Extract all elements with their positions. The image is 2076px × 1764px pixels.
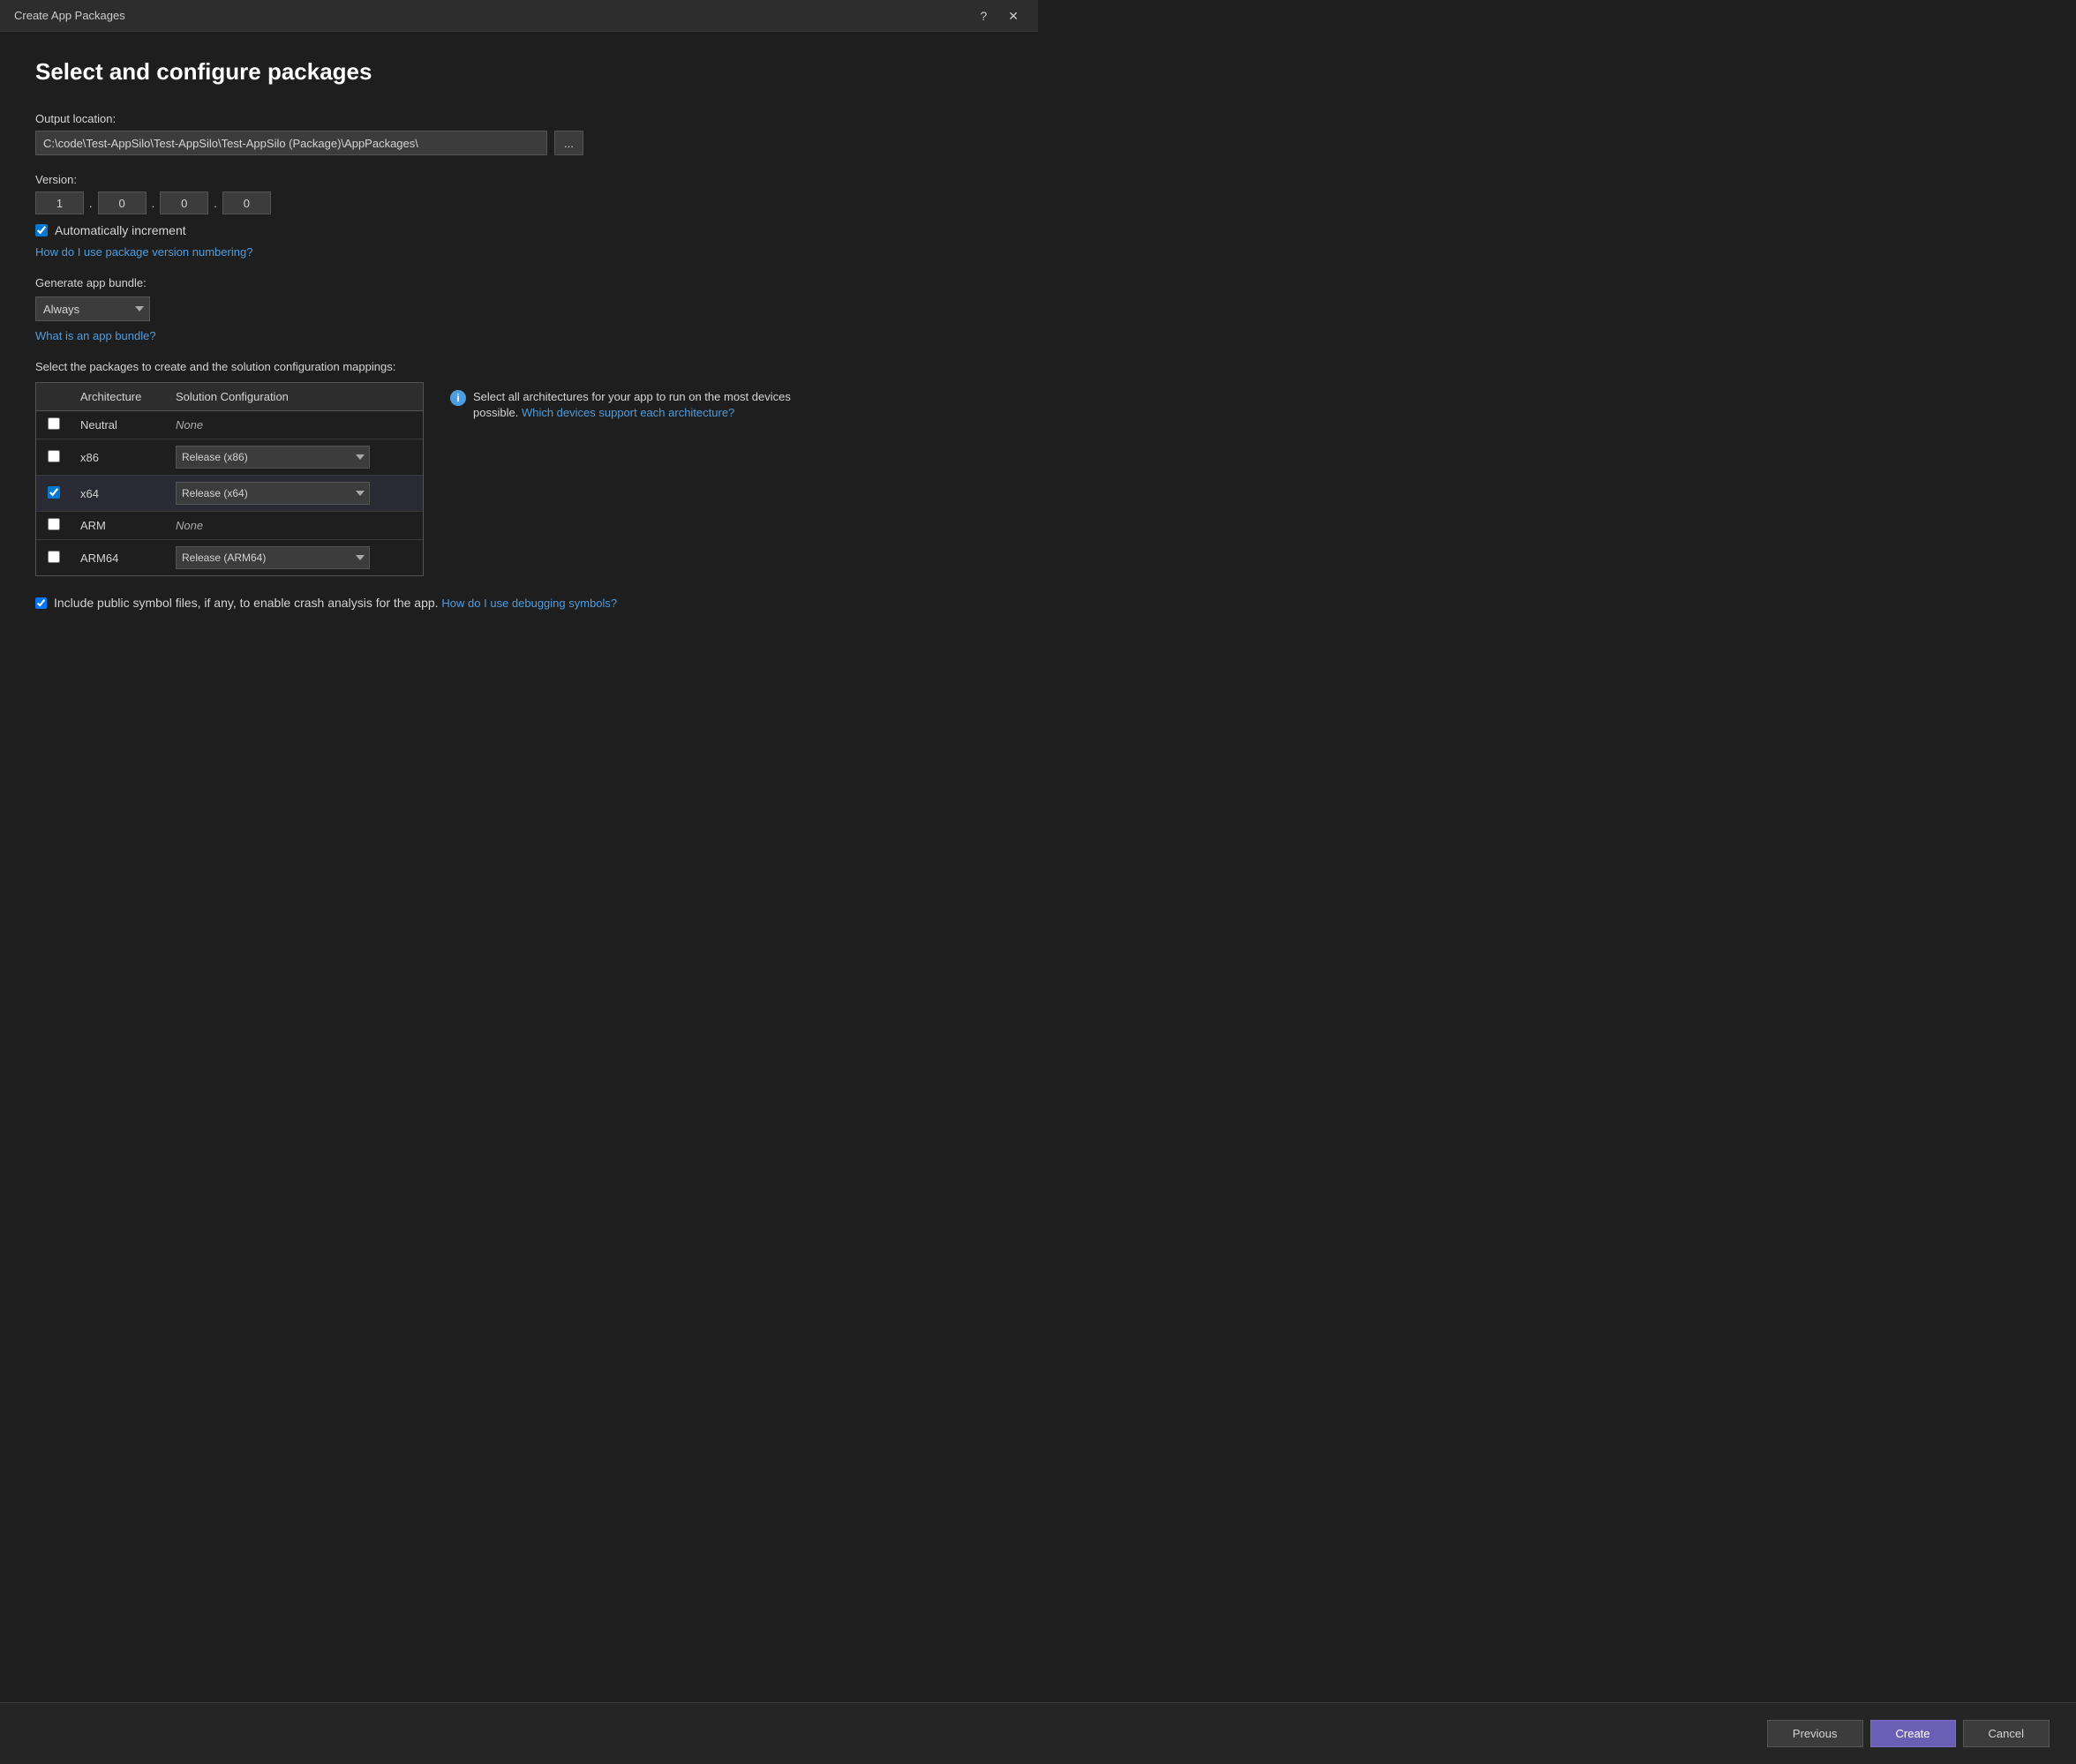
info-panel: i Select all architectures for your app …: [450, 382, 821, 421]
debugging-symbols-link[interactable]: How do I use debugging symbols?: [441, 597, 617, 610]
arch-x64-config-select[interactable]: Release (x64) Debug (x64): [176, 482, 370, 505]
title-bar-left: Create App Packages: [14, 9, 125, 22]
app-bundle-link[interactable]: What is an app bundle?: [35, 329, 156, 342]
previous-button[interactable]: Previous: [1767, 1720, 1863, 1747]
arch-neutral-checkbox[interactable]: [48, 417, 60, 430]
arch-arm64-config-cell: Release (ARM64) Debug (ARM64): [167, 540, 423, 576]
version-numbering-link[interactable]: How do I use package version numbering?: [35, 245, 252, 259]
arch-arm-checkbox[interactable]: [48, 518, 60, 530]
table-row: x64 Release (x64) Debug (x64): [36, 476, 423, 512]
auto-increment-checkbox[interactable]: [35, 224, 48, 236]
arch-x64-config-cell: Release (x64) Debug (x64): [167, 476, 423, 512]
close-button[interactable]: ✕: [1003, 8, 1024, 24]
version-build[interactable]: [160, 191, 208, 214]
footer: Previous Create Cancel: [0, 1702, 2076, 1764]
table-row: Neutral None: [36, 411, 423, 439]
table-row: x86 Release (x86) Debug (x86): [36, 439, 423, 476]
help-button[interactable]: ?: [974, 8, 992, 24]
version-minor[interactable]: [98, 191, 147, 214]
row-check-cell: [36, 439, 71, 476]
arch-x64-checkbox[interactable]: [48, 486, 60, 499]
version-sep-1: .: [89, 197, 93, 210]
info-icon: i: [450, 390, 466, 406]
arch-x64-name: x64: [71, 476, 167, 512]
info-text: Select all architectures for your app to…: [473, 389, 821, 421]
arch-x86-config-select[interactable]: Release (x86) Debug (x86): [176, 446, 370, 469]
symbol-row: Include public symbol files, if any, to …: [35, 596, 1003, 610]
version-label: Version:: [35, 173, 1003, 186]
version-row: . . .: [35, 191, 1003, 214]
row-check-cell: [36, 540, 71, 576]
cancel-button[interactable]: Cancel: [1963, 1720, 2050, 1747]
bundle-select[interactable]: Always As needed Never: [35, 297, 150, 321]
col-header-arch: Architecture: [71, 383, 167, 411]
bundle-row: Always As needed Never: [35, 297, 1003, 321]
row-check-cell: [36, 476, 71, 512]
page-title: Select and configure packages: [35, 58, 1003, 86]
packages-area: Architecture Solution Configuration Neut…: [35, 382, 1003, 576]
output-location-row: ...: [35, 131, 1003, 155]
symbol-files-label: Include public symbol files, if any, to …: [54, 596, 617, 610]
version-revision[interactable]: [222, 191, 271, 214]
packages-label: Select the packages to create and the so…: [35, 360, 1003, 373]
arch-arm-name: ARM: [71, 512, 167, 540]
version-sep-2: .: [152, 197, 155, 210]
generate-bundle-label: Generate app bundle:: [35, 276, 1003, 289]
output-location-label: Output location:: [35, 112, 1003, 125]
packages-table-wrapper: Architecture Solution Configuration Neut…: [35, 382, 424, 576]
auto-increment-row: Automatically increment: [35, 223, 1003, 237]
version-major[interactable]: [35, 191, 84, 214]
title-bar-controls: ? ✕: [974, 8, 1024, 24]
browse-button[interactable]: ...: [554, 131, 583, 155]
auto-increment-label: Automatically increment: [55, 223, 186, 237]
create-button[interactable]: Create: [1870, 1720, 1956, 1747]
main-content: Select and configure packages Output loc…: [0, 32, 1038, 821]
arch-arm64-checkbox[interactable]: [48, 551, 60, 563]
row-check-cell: [36, 512, 71, 540]
arch-neutral-config: None: [167, 411, 423, 439]
col-header-check: [36, 383, 71, 411]
devices-support-link[interactable]: Which devices support each architecture?: [522, 406, 734, 419]
packages-table: Architecture Solution Configuration Neut…: [36, 383, 423, 575]
title-bar: Create App Packages ? ✕: [0, 0, 1038, 32]
symbol-files-checkbox[interactable]: [35, 597, 47, 609]
arch-arm-config: None: [167, 512, 423, 540]
arch-x86-checkbox[interactable]: [48, 450, 60, 462]
output-location-input[interactable]: [35, 131, 547, 155]
col-header-config: Solution Configuration: [167, 383, 423, 411]
symbol-files-text: Include public symbol files, if any, to …: [54, 596, 439, 610]
row-check-cell: [36, 411, 71, 439]
table-row: ARM64 Release (ARM64) Debug (ARM64): [36, 540, 423, 576]
arch-arm64-config-select[interactable]: Release (ARM64) Debug (ARM64): [176, 546, 370, 569]
title-bar-title: Create App Packages: [14, 9, 125, 22]
table-row: ARM None: [36, 512, 423, 540]
arch-neutral-name: Neutral: [71, 411, 167, 439]
arch-x86-name: x86: [71, 439, 167, 476]
arch-x86-config-cell: Release (x86) Debug (x86): [167, 439, 423, 476]
version-sep-3: .: [214, 197, 217, 210]
arch-arm64-name: ARM64: [71, 540, 167, 576]
